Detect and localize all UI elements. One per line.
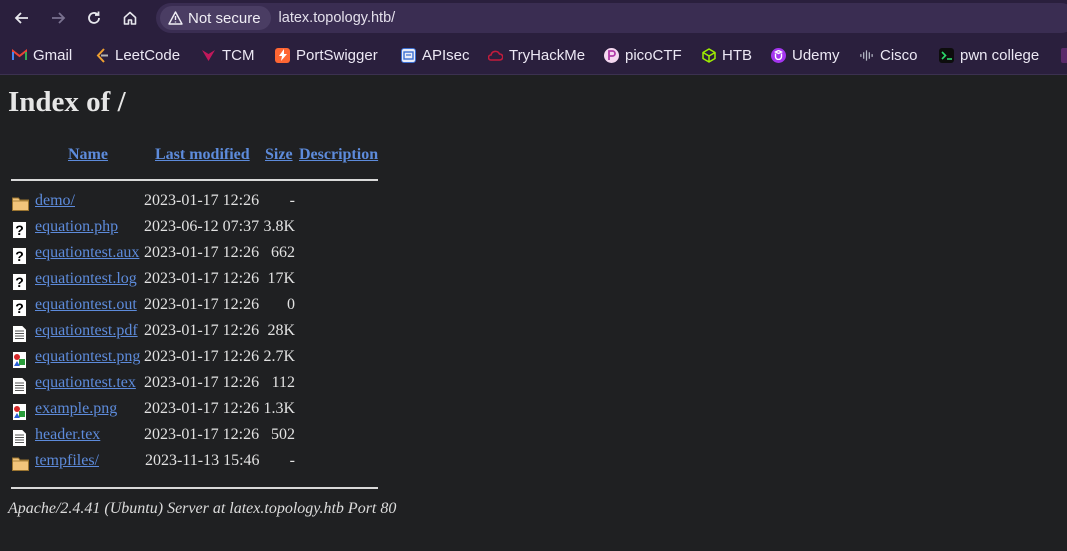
file-link[interactable]: tempfiles/	[35, 452, 99, 470]
table-row: header.tex 2023-01-17 12:26 502	[0, 424, 400, 450]
file-size: 112	[271, 374, 295, 391]
image-file-icon[interactable]	[12, 351, 29, 369]
file-date: 2023-01-17 12:26	[144, 426, 260, 443]
file-date: 2023-01-17 12:26	[144, 192, 260, 209]
file-date: 2023-06-12 07:37	[144, 218, 260, 235]
table-row: ? equation.php 2023-06-12 07:37 3.8K	[0, 216, 400, 242]
sort-by-last-modified-link[interactable]: Last modified	[155, 146, 250, 164]
file-link[interactable]: equationtest.out	[35, 296, 137, 314]
file-date: 2023-01-17 12:26	[144, 322, 260, 339]
folder-icon[interactable]	[12, 455, 29, 473]
table-row: demo/2023-01-17 12:26 -	[0, 190, 400, 216]
directory-listing: Name Last modified Size Description demo…	[0, 0, 1067, 551]
unknown-file-icon[interactable]: ?	[12, 221, 29, 239]
file-size: -	[289, 192, 295, 209]
sort-by-name-link[interactable]: Name	[68, 146, 108, 164]
file-link[interactable]: equation.php	[35, 218, 118, 236]
svg-text:?: ?	[15, 222, 24, 238]
footer-divider	[11, 487, 378, 489]
file-date: 2023-01-17 12:26	[144, 244, 260, 261]
file-link[interactable]: example.png	[35, 400, 117, 418]
unknown-file-icon[interactable]: ?	[12, 247, 29, 265]
file-size: 17K	[267, 270, 295, 287]
server-signature: Apache/2.4.41 (Ubuntu) Server at latex.t…	[8, 500, 397, 517]
file-size: 3.8K	[263, 218, 295, 235]
file-size: 2.7K	[263, 348, 295, 365]
svg-text:?: ?	[15, 248, 24, 264]
svg-text:?: ?	[15, 300, 24, 316]
file-size: 662	[271, 244, 295, 261]
file-size: 502	[271, 426, 295, 443]
file-size: 28K	[267, 322, 295, 339]
file-size: 0	[287, 296, 295, 313]
sort-by-description-link[interactable]: Description	[299, 146, 378, 164]
table-row: equationtest.png 2023-01-17 12:26 2.7K	[0, 346, 400, 372]
folder-icon[interactable]	[12, 195, 29, 213]
file-link[interactable]: equationtest.png	[35, 348, 140, 366]
table-row: example.png 2023-01-17 12:26 1.3K	[0, 398, 400, 424]
file-date: 2023-01-17 12:26	[144, 270, 260, 287]
header-divider	[11, 179, 378, 181]
table-row: equationtest.tex 2023-01-17 12:26 112	[0, 372, 400, 398]
image-file-icon[interactable]	[12, 403, 29, 421]
unknown-file-icon[interactable]: ?	[12, 299, 29, 317]
table-row: equationtest.pdf 2023-01-17 12:26 28K	[0, 320, 400, 346]
file-size: 1.3K	[263, 400, 295, 417]
table-row: ? equationtest.log 2023-01-17 12:26 17K	[0, 268, 400, 294]
text-file-icon[interactable]	[12, 429, 29, 447]
text-file-icon[interactable]	[12, 325, 29, 343]
svg-text:?: ?	[15, 274, 24, 290]
file-date: 2023-11-13 15:46	[145, 452, 260, 469]
file-date: 2023-01-17 12:26	[144, 296, 260, 313]
sort-by-size-link[interactable]: Size	[265, 146, 293, 164]
file-date: 2023-01-17 12:26	[144, 400, 260, 417]
table-row: tempfiles/2023-11-13 15:46 -	[0, 450, 400, 476]
file-size: -	[289, 452, 295, 469]
table-row: ? equationtest.aux 2023-01-17 12:26 662	[0, 242, 400, 268]
file-link[interactable]: equationtest.log	[35, 270, 137, 288]
text-file-icon[interactable]	[12, 377, 29, 395]
file-link[interactable]: demo/	[35, 192, 75, 210]
file-link[interactable]: equationtest.pdf	[35, 322, 138, 340]
file-link[interactable]: equationtest.aux	[35, 244, 139, 262]
file-link[interactable]: equationtest.tex	[35, 374, 136, 392]
table-row: ? equationtest.out 2023-01-17 12:26 0	[0, 294, 400, 320]
file-date: 2023-01-17 12:26	[144, 374, 260, 391]
file-date: 2023-01-17 12:26	[144, 348, 260, 365]
unknown-file-icon[interactable]: ?	[12, 273, 29, 291]
file-link[interactable]: header.tex	[35, 426, 100, 444]
